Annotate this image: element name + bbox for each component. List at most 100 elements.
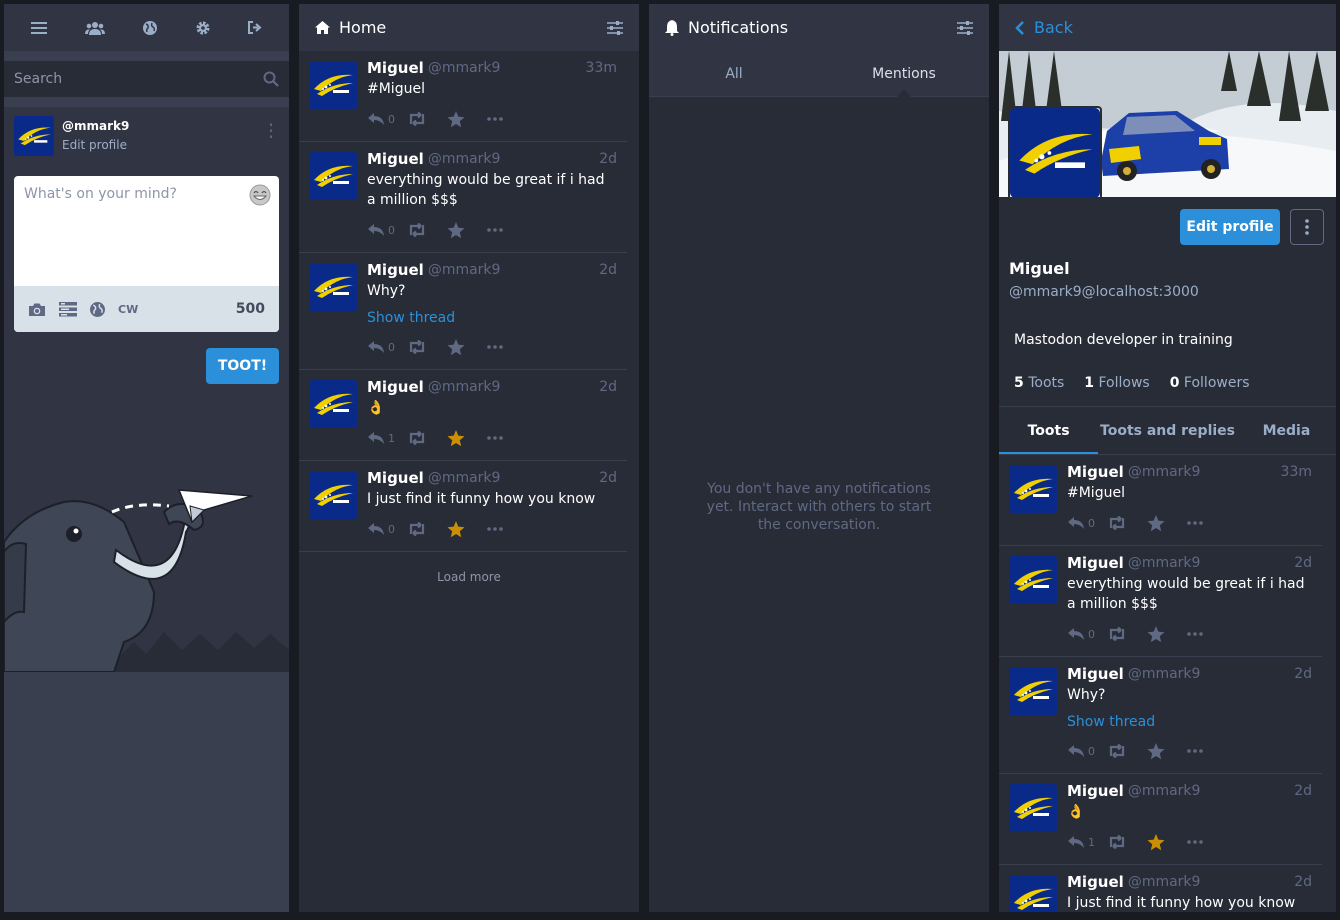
column-title[interactable]: Notifications bbox=[688, 18, 957, 37]
reply-button[interactable]: 0 bbox=[1067, 516, 1107, 530]
star-icon[interactable] bbox=[447, 221, 487, 239]
status-item[interactable]: Miguel @mmark9 2d 👌 1 bbox=[999, 774, 1322, 865]
status-display-name[interactable]: Miguel bbox=[1067, 873, 1124, 891]
boost-icon[interactable] bbox=[1107, 744, 1147, 758]
status-item[interactable]: Miguel @mmark9 2d everything would be great… bbox=[299, 142, 627, 253]
poll-icon[interactable] bbox=[59, 301, 77, 317]
status-timestamp[interactable]: 2d bbox=[1294, 554, 1312, 572]
tab-mentions[interactable]: Mentions bbox=[819, 51, 989, 97]
status-item[interactable]: Miguel @mmark9 2d I just find it funny how … bbox=[299, 461, 627, 552]
avatar[interactable] bbox=[1009, 784, 1057, 832]
star-icon[interactable] bbox=[1147, 833, 1187, 851]
load-more-button[interactable]: Load more bbox=[299, 570, 639, 584]
boost-icon[interactable] bbox=[1107, 627, 1147, 641]
more-horizontal-icon[interactable] bbox=[1187, 521, 1227, 525]
emoji-picker-icon[interactable] bbox=[249, 184, 271, 206]
status-handle[interactable]: @mmark9 bbox=[428, 469, 599, 487]
avatar[interactable] bbox=[309, 61, 357, 109]
status-timestamp[interactable]: 2d bbox=[599, 261, 617, 279]
show-thread-link[interactable]: Show thread bbox=[367, 309, 617, 327]
boost-icon[interactable] bbox=[407, 223, 447, 237]
status-handle[interactable]: @mmark9 bbox=[1128, 665, 1294, 683]
status-display-name[interactable]: Miguel bbox=[1067, 554, 1124, 572]
status-timestamp[interactable]: 33m bbox=[1281, 463, 1312, 481]
status-item[interactable]: Miguel @mmark9 2d Why? Show thread 0 bbox=[999, 657, 1322, 774]
avatar[interactable] bbox=[1009, 875, 1057, 912]
reply-button[interactable]: 0 bbox=[367, 223, 407, 237]
avatar[interactable] bbox=[309, 263, 357, 311]
logout-icon[interactable] bbox=[247, 21, 262, 34]
edit-profile-button[interactable]: Edit profile bbox=[1180, 209, 1280, 245]
column-settings-icon[interactable] bbox=[607, 20, 623, 35]
tab-toots-and-replies[interactable]: Toots and replies bbox=[1098, 407, 1237, 454]
star-icon[interactable] bbox=[447, 110, 487, 128]
edit-profile-link[interactable]: Edit profile bbox=[62, 138, 263, 152]
status-timestamp[interactable]: 33m bbox=[586, 59, 617, 77]
avatar[interactable] bbox=[14, 116, 54, 156]
toot-button[interactable]: TOOT! bbox=[206, 348, 279, 384]
star-icon[interactable] bbox=[1147, 742, 1187, 760]
compose-textarea[interactable]: What's on your mind? bbox=[14, 176, 279, 286]
reply-button[interactable]: 1 bbox=[1067, 835, 1107, 849]
status-item[interactable]: Miguel @mmark9 33m #Miguel 0 bbox=[999, 455, 1322, 546]
reply-button[interactable]: 1 bbox=[367, 431, 407, 445]
status-handle[interactable]: @mmark9 bbox=[1128, 782, 1294, 800]
more-vertical-icon[interactable]: · · · bbox=[263, 115, 279, 147]
camera-icon[interactable] bbox=[28, 302, 46, 317]
follows-count[interactable]: 1 Follows bbox=[1084, 375, 1149, 391]
more-horizontal-icon[interactable] bbox=[1187, 749, 1227, 753]
tab-toots[interactable]: Toots bbox=[999, 407, 1099, 454]
status-handle[interactable]: @mmark9 bbox=[1128, 554, 1294, 572]
globe-icon[interactable] bbox=[143, 20, 158, 35]
boost-icon[interactable] bbox=[407, 340, 447, 354]
more-horizontal-icon[interactable] bbox=[487, 228, 527, 232]
status-display-name[interactable]: Miguel bbox=[1067, 782, 1124, 800]
status-timestamp[interactable]: 2d bbox=[1294, 782, 1312, 800]
status-item[interactable]: Miguel @mmark9 2d 👌 1 bbox=[299, 370, 627, 461]
status-timestamp[interactable]: 2d bbox=[599, 150, 617, 168]
status-display-name[interactable]: Miguel bbox=[367, 261, 424, 279]
more-horizontal-icon[interactable] bbox=[487, 527, 527, 531]
status-handle[interactable]: @mmark9 bbox=[428, 378, 599, 396]
show-thread-link[interactable]: Show thread bbox=[1067, 713, 1312, 731]
more-horizontal-icon[interactable] bbox=[487, 436, 527, 440]
status-handle[interactable]: @mmark9 bbox=[1128, 873, 1294, 891]
more-horizontal-icon[interactable] bbox=[1187, 840, 1227, 844]
status-timestamp[interactable]: 2d bbox=[599, 378, 617, 396]
status-display-name[interactable]: Miguel bbox=[1067, 463, 1124, 481]
avatar[interactable] bbox=[309, 380, 357, 428]
status-handle[interactable]: @mmark9 bbox=[1128, 463, 1281, 481]
profile-avatar[interactable] bbox=[1008, 106, 1102, 200]
star-icon[interactable] bbox=[447, 429, 487, 447]
status-item[interactable]: Miguel @mmark9 2d Why? Show thread 0 bbox=[299, 253, 627, 370]
followers-count[interactable]: 0 Followers bbox=[1170, 375, 1250, 391]
boost-icon[interactable] bbox=[407, 112, 447, 126]
content-warning-button[interactable]: CW bbox=[118, 303, 138, 316]
status-display-name[interactable]: Miguel bbox=[367, 59, 424, 77]
column-title[interactable]: Home bbox=[339, 18, 607, 37]
star-icon[interactable] bbox=[447, 520, 487, 538]
reply-button[interactable]: 0 bbox=[1067, 744, 1107, 758]
status-item[interactable]: Miguel @mmark9 33m #Miguel 0 bbox=[299, 51, 627, 142]
reply-button[interactable]: 0 bbox=[367, 340, 407, 354]
status-handle[interactable]: @mmark9 bbox=[428, 261, 599, 279]
hamburger-icon[interactable] bbox=[31, 21, 48, 35]
boost-icon[interactable] bbox=[407, 522, 447, 536]
status-display-name[interactable]: Miguel bbox=[367, 469, 424, 487]
star-icon[interactable] bbox=[1147, 625, 1187, 643]
back-button[interactable]: Back bbox=[999, 4, 1336, 51]
star-icon[interactable] bbox=[1147, 514, 1187, 532]
status-display-name[interactable]: Miguel bbox=[367, 150, 424, 168]
avatar[interactable] bbox=[309, 152, 357, 200]
gear-icon[interactable] bbox=[196, 21, 210, 35]
status-handle[interactable]: @mmark9 bbox=[428, 59, 586, 77]
avatar[interactable] bbox=[1009, 556, 1057, 604]
tab-media[interactable]: Media bbox=[1237, 407, 1336, 454]
boost-icon[interactable] bbox=[407, 431, 447, 445]
more-horizontal-icon[interactable] bbox=[1187, 632, 1227, 636]
status-timestamp[interactable]: 2d bbox=[1294, 873, 1312, 891]
toots-count[interactable]: 5 Toots bbox=[1014, 375, 1064, 391]
status-handle[interactable]: @mmark9 bbox=[428, 150, 599, 168]
reply-button[interactable]: 0 bbox=[1067, 627, 1107, 641]
avatar[interactable] bbox=[309, 471, 357, 519]
